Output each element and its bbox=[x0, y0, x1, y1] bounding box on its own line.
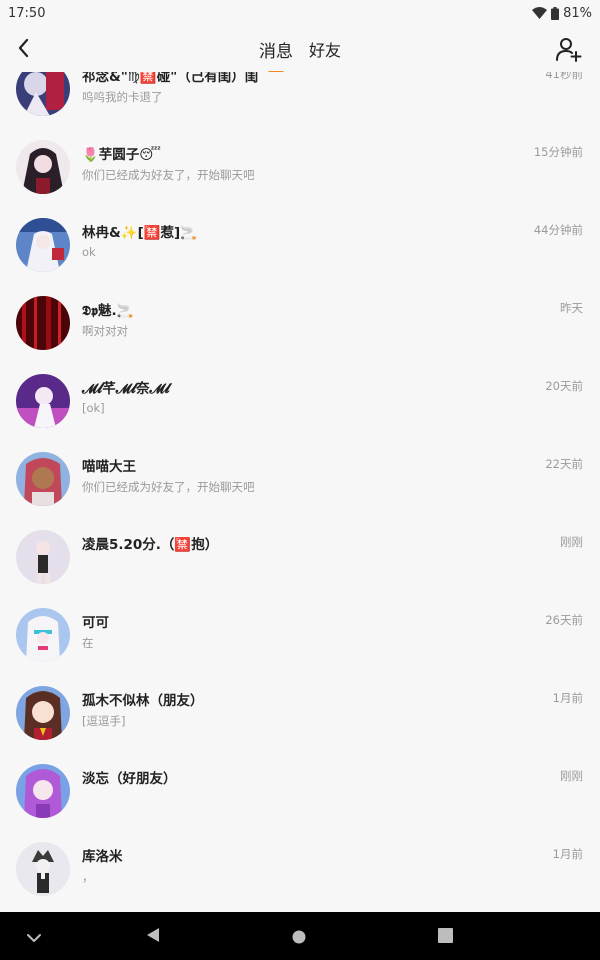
message-time: 41秒前 bbox=[545, 72, 583, 81]
status-icons: 81% bbox=[532, 6, 592, 21]
add-user-icon bbox=[556, 38, 582, 62]
contact-name: 祁念&"♍🈲碰"（己有闺）闺 bbox=[82, 72, 259, 85]
nav-recents-button[interactable] bbox=[438, 928, 453, 947]
message-item[interactable]: 𝓜𝓵芊𝓜𝓵奈𝓜𝓵 [ok] 20天前 bbox=[0, 366, 600, 444]
contact-name: 凌晨5.20分.（🈲抱） bbox=[82, 537, 219, 553]
avatar bbox=[16, 608, 70, 662]
message-item[interactable]: 可可 在 26天前 bbox=[0, 600, 600, 678]
message-item[interactable]: 祁念&"♍🈲碰"（己有闺）闺 呜呜我的卡退了 41秒前 bbox=[0, 72, 600, 132]
message-preview: [ok] bbox=[82, 401, 105, 415]
message-preview: ， bbox=[82, 870, 94, 884]
avatar bbox=[16, 686, 70, 740]
message-preview: 呜呜我的卡退了 bbox=[82, 90, 163, 104]
status-time: 17:50 bbox=[8, 5, 46, 21]
avatar bbox=[16, 452, 70, 506]
contact-name: 𝕯𝖕魅.🚬 bbox=[82, 303, 134, 319]
battery-level: 81% bbox=[563, 5, 592, 21]
message-item[interactable]: 林冉&✨[🈲惹]🚬 ok 44分钟前 bbox=[0, 210, 600, 288]
wifi-icon bbox=[532, 7, 548, 19]
message-item[interactable]: 喵喵大王 你们已经成为好友了，开始聊天吧 22天前 bbox=[0, 444, 600, 522]
message-preview: ok bbox=[82, 245, 96, 259]
contact-name: 可可 bbox=[82, 615, 109, 631]
tab-friends[interactable]: 好友 bbox=[309, 33, 341, 65]
contact-name: 🌷芋圆子😴 bbox=[82, 147, 161, 163]
square-recents-icon bbox=[438, 928, 453, 943]
message-time: 昨天 bbox=[560, 301, 583, 315]
navigation-bar bbox=[0, 912, 600, 960]
nav-back-button[interactable] bbox=[145, 927, 161, 947]
message-time: 20天前 bbox=[545, 379, 583, 393]
message-time: 15分钟前 bbox=[533, 145, 583, 159]
battery-icon bbox=[551, 6, 560, 20]
top-bar: 消息 好友 bbox=[0, 26, 600, 74]
avatar bbox=[16, 764, 70, 818]
message-preview: 啊对对对 bbox=[82, 324, 128, 338]
avatar bbox=[16, 374, 70, 428]
message-preview: 在 bbox=[82, 636, 94, 650]
message-list[interactable]: 祁念&"♍🈲碰"（己有闺）闺 呜呜我的卡退了 41秒前 🌷芋圆子😴 你们已经成为… bbox=[0, 72, 600, 912]
nav-home-button[interactable] bbox=[292, 929, 306, 948]
avatar bbox=[16, 140, 70, 194]
message-time: 26天前 bbox=[545, 613, 583, 627]
contact-name: 淡忘（好朋友） bbox=[82, 771, 177, 787]
message-time: 刚刚 bbox=[560, 769, 583, 783]
message-time: 44分钟前 bbox=[533, 223, 583, 237]
circle-home-icon bbox=[292, 930, 306, 944]
message-item[interactable]: 库洛米 ， 1月前 bbox=[0, 834, 600, 912]
avatar bbox=[16, 530, 70, 584]
avatar bbox=[16, 72, 70, 116]
message-item[interactable]: 🌷芋圆子😴 你们已经成为好友了，开始聊天吧 15分钟前 bbox=[0, 132, 600, 210]
contact-name: 林冉&✨[🈲惹]🚬 bbox=[82, 225, 198, 241]
message-item[interactable]: 淡忘（好朋友） 刚刚 bbox=[0, 756, 600, 834]
tab-label: 好友 bbox=[308, 41, 341, 60]
tab-bar: 消息 好友 bbox=[0, 26, 600, 74]
message-item[interactable]: 凌晨5.20分.（🈲抱） 刚刚 bbox=[0, 522, 600, 600]
tab-messages[interactable]: 消息 bbox=[258, 33, 293, 74]
message-item[interactable]: 孤木不似林（朋友） [逗逗手] 1月前 bbox=[0, 678, 600, 756]
message-time: 刚刚 bbox=[560, 535, 583, 549]
avatar bbox=[16, 296, 70, 350]
contact-name: 库洛米 bbox=[82, 849, 123, 865]
contact-name: 喵喵大王 bbox=[82, 459, 136, 475]
message-item[interactable]: 𝕯𝖕魅.🚬 啊对对对 昨天 bbox=[0, 288, 600, 366]
message-preview: [逗逗手] bbox=[82, 714, 126, 728]
contact-name: 孤木不似林（朋友） bbox=[82, 693, 204, 709]
message-preview: 你们已经成为好友了，开始聊天吧 bbox=[82, 168, 255, 182]
message-preview: 你们已经成为好友了，开始聊天吧 bbox=[82, 480, 255, 494]
message-time: 1月前 bbox=[552, 847, 583, 861]
avatar bbox=[16, 218, 70, 272]
contact-name: 𝓜𝓵芊𝓜𝓵奈𝓜𝓵 bbox=[82, 381, 170, 397]
avatar bbox=[16, 842, 70, 896]
tab-label: 消息 bbox=[258, 41, 293, 62]
triangle-back-icon bbox=[147, 928, 159, 942]
message-time: 22天前 bbox=[545, 457, 583, 471]
chevron-down-icon bbox=[27, 934, 41, 942]
add-friend-button[interactable] bbox=[556, 36, 582, 62]
message-time: 1月前 bbox=[552, 691, 583, 705]
status-bar: 17:50 81% bbox=[0, 0, 600, 26]
hide-keyboard-button[interactable] bbox=[26, 929, 42, 948]
